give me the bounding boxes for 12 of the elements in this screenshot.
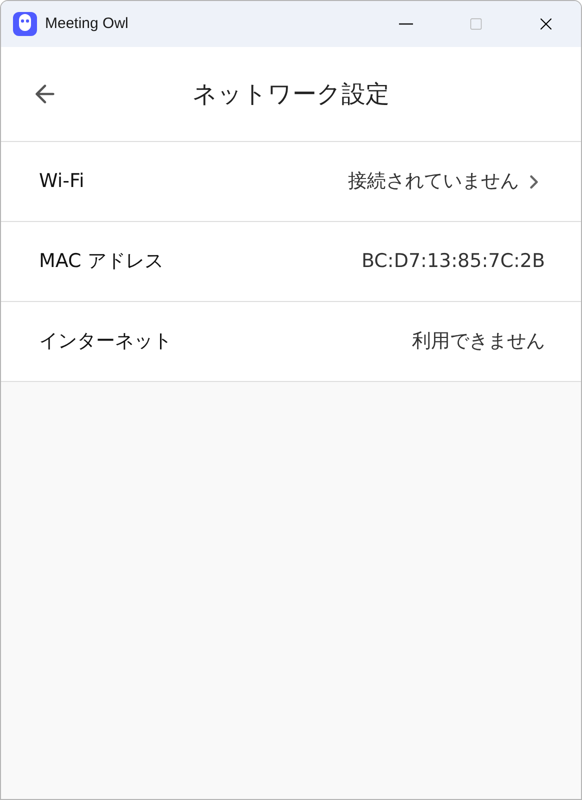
row-label: Wi-Fi xyxy=(39,169,84,194)
minimize-icon xyxy=(399,23,413,25)
window-title: Meeting Owl xyxy=(45,14,128,34)
row-value: 接続されていません xyxy=(348,169,519,194)
settings-row[interactable]: Wi-Fi 接続されていません xyxy=(1,142,581,222)
row-value: 利用できません xyxy=(412,329,545,354)
row-label: MAC アドレス xyxy=(39,249,164,274)
owl-icon xyxy=(13,12,37,36)
page-title: ネットワーク設定 xyxy=(192,79,390,110)
row-value: BC:D7:13:85:7C:2B xyxy=(361,249,545,274)
maximize-icon xyxy=(469,17,483,31)
row-label: インターネット xyxy=(39,329,172,354)
